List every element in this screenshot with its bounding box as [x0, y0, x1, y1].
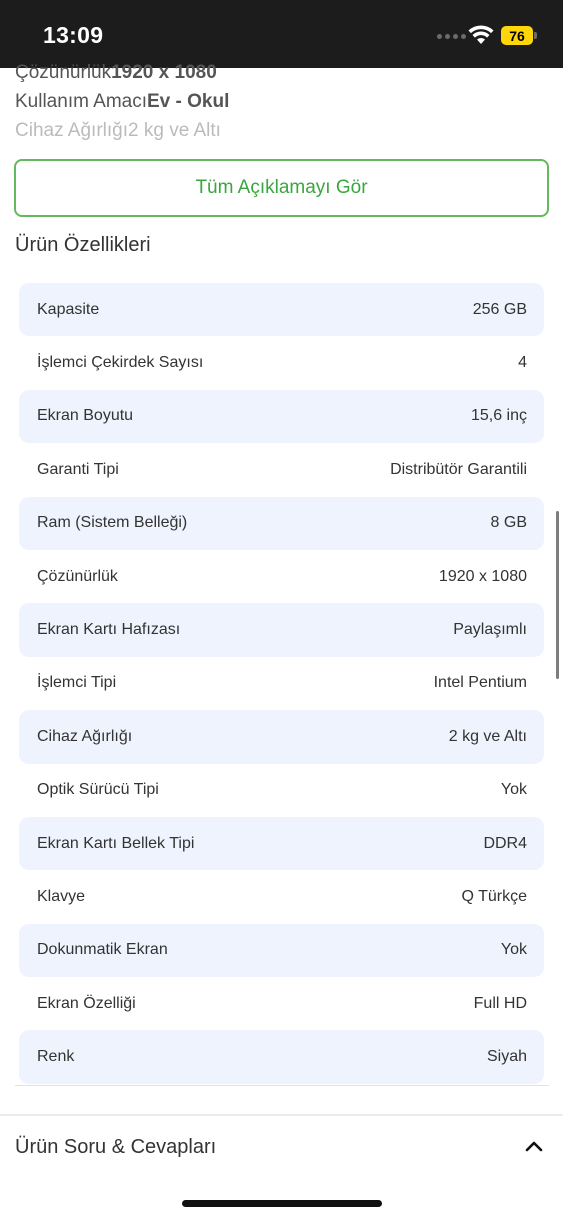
- spec-name: Çözünürlük: [37, 567, 118, 585]
- description-line: Çözünürlük1920 x 1080: [15, 62, 217, 83]
- spec-value: DDR4: [483, 834, 527, 852]
- spec-value: 2 kg ve Altı: [448, 727, 527, 745]
- see-full-description-label: Tüm Açıklamayı Gör: [195, 177, 368, 198]
- spec-row: Çözünürlük 1920 x 1080: [19, 550, 544, 603]
- battery-icon: 76: [501, 26, 533, 45]
- battery-cap: [534, 32, 537, 39]
- spec-value: 1920 x 1080: [438, 567, 527, 585]
- status-time: 13:09: [43, 22, 104, 48]
- description-line: Kullanım AmacıEv - Okul: [15, 91, 230, 112]
- cellular-signal-icon: [437, 34, 466, 39]
- spec-value: Yok: [500, 941, 527, 959]
- spec-row: Optik Sürücü Tipi Yok: [19, 764, 544, 817]
- spec-row: Ekran Kartı Bellek Tipi DDR4: [19, 816, 544, 871]
- spec-row: Cihaz Ağırlığı 2 kg ve Altı: [19, 710, 544, 764]
- spec-row: Dokunmatik Ekran Yok: [19, 923, 544, 978]
- spec-row: Ekran Boyutu 15,6 inç: [19, 389, 544, 444]
- spec-value: Full HD: [473, 994, 527, 1012]
- spec-value: Paylaşımlı: [453, 621, 527, 639]
- spec-row: İşlemci Çekirdek Sayısı 4: [19, 336, 544, 389]
- spec-name: Garanti Tipi: [37, 460, 119, 478]
- spec-row: İşlemci Tipi Intel Pentium: [19, 657, 544, 710]
- spec-name: İşlemci Tipi: [37, 674, 117, 692]
- spec-name: Ekran Kartı Bellek Tipi: [37, 834, 195, 852]
- chevron-up-icon[interactable]: [524, 1136, 544, 1156]
- spec-name: Dokunmatik Ekran: [37, 941, 168, 959]
- spec-row: Ram (Sistem Belleği) 8 GB: [19, 496, 544, 550]
- battery-level: 76: [509, 27, 525, 44]
- home-indicator[interactable]: [182, 1200, 382, 1207]
- spec-name: Ekran Kartı Hafızası: [37, 621, 181, 639]
- spec-name: Cihaz Ağırlığı: [37, 727, 133, 745]
- spec-value: 15,6 inç: [470, 407, 527, 425]
- spec-value: 4: [518, 354, 527, 372]
- spec-name: Kapasite: [37, 300, 100, 318]
- spec-name: Ekran Boyutu: [37, 407, 134, 425]
- description-line: Cihaz Ağırlığı2 kg ve Altı: [15, 120, 221, 141]
- spec-value: Q Türkçe: [461, 887, 528, 905]
- spec-name: Klavye: [37, 887, 86, 905]
- see-full-description-button[interactable]: Tüm Açıklamayı Gör: [14, 159, 549, 217]
- description-preview: Çözünürlük1920 x 1080 Kullanım AmacıEv -…: [15, 58, 545, 145]
- spec-row: Ekran Özelliği Full HD: [19, 977, 544, 1030]
- spec-name: Ekran Özelliği: [37, 994, 136, 1012]
- spec-row: Renk Siyah: [19, 1030, 544, 1084]
- spec-value: 256 GB: [472, 300, 527, 318]
- spec-row: Garanti Tipi Distribütör Garantili: [19, 443, 544, 496]
- spec-value: Intel Pentium: [433, 674, 527, 692]
- specs-table: Kapasite 256 GB İşlemci Çekirdek Sayısı 4 …: [19, 283, 544, 1084]
- spec-name: Renk: [37, 1048, 75, 1066]
- spec-value: Yok: [500, 781, 527, 799]
- spec-row: Klavye Q Türkçe: [19, 870, 544, 923]
- spec-name: Ram (Sistem Belleği): [37, 514, 188, 532]
- section-title: Ürün Özellikleri: [15, 234, 151, 256]
- scrollbar[interactable]: [556, 511, 559, 679]
- qa-section-title[interactable]: Ürün Soru & Cevapları: [15, 1136, 216, 1159]
- spec-value: 8 GB: [490, 514, 527, 532]
- spec-row: Ekran Kartı Hafızası Paylaşımlı: [19, 603, 544, 657]
- section-divider: [15, 1085, 549, 1086]
- spec-name: İşlemci Çekirdek Sayısı: [37, 354, 204, 372]
- wifi-icon: [468, 25, 494, 44]
- spec-name: Optik Sürücü Tipi: [37, 781, 159, 799]
- section-divider: [0, 1114, 563, 1116]
- spec-value: Siyah: [486, 1048, 527, 1066]
- spec-value: Distribütör Garantili: [390, 460, 527, 478]
- spec-row: Kapasite 256 GB: [19, 283, 544, 337]
